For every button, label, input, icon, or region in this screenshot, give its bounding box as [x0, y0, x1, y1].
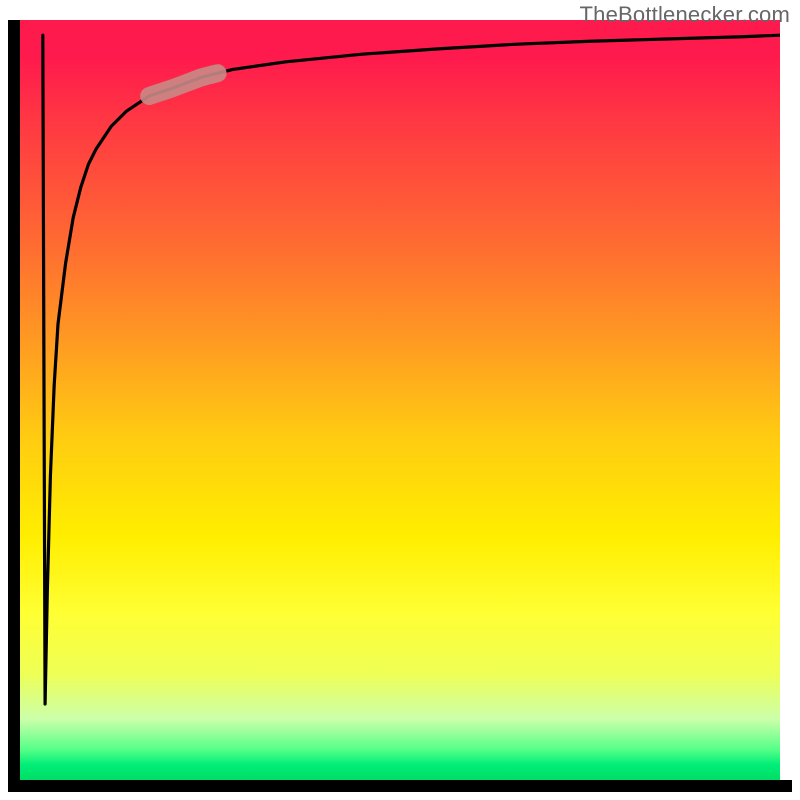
- bottleneck-chart: TheBottlenecker.com: [0, 0, 800, 800]
- plot-gradient-background: [20, 20, 780, 780]
- y-axis: [8, 20, 20, 780]
- x-axis: [8, 780, 792, 792]
- attribution-label: TheBottlenecker.com: [580, 2, 790, 28]
